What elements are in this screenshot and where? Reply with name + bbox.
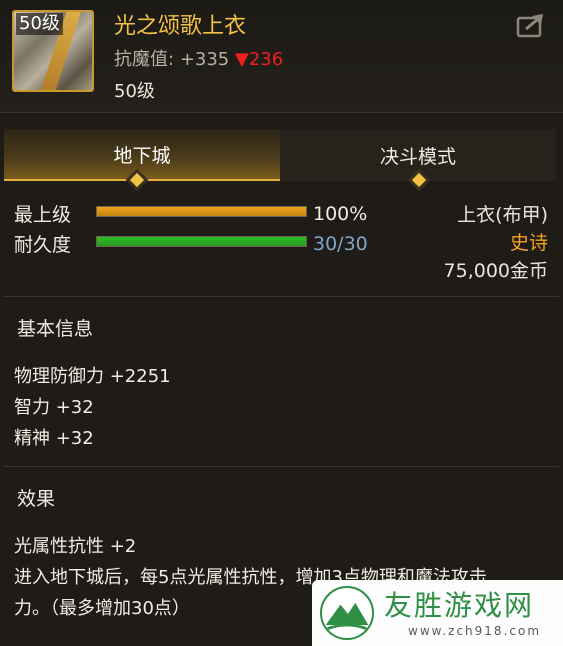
resist-label: 抗魔值: bbox=[114, 49, 175, 70]
watermark: 友胜游戏网 www.zch918.com bbox=[312, 580, 563, 646]
basic-line: 物理防御力 +2251 bbox=[14, 366, 171, 387]
item-header: 50级 光之颂歌上衣 抗魔值: +335 ▼236 50级 bbox=[0, 0, 563, 113]
item-rarity: 史诗 bbox=[509, 232, 548, 254]
item-icon-level: 50级 bbox=[16, 13, 63, 35]
item-level: 50级 bbox=[114, 81, 155, 102]
durability-bar bbox=[96, 236, 307, 247]
share-icon[interactable] bbox=[516, 12, 548, 38]
resist-value: +335 bbox=[179, 49, 230, 70]
mode-tabs: 地下城 决斗模式 bbox=[0, 129, 563, 181]
resist-stat: 抗魔值: +335 ▼236 bbox=[114, 45, 283, 71]
item-price: 75,000金币 bbox=[443, 260, 548, 282]
divider bbox=[4, 466, 559, 467]
basic-line: 智力 +32 bbox=[14, 397, 94, 418]
grade-bar-fill bbox=[97, 207, 306, 216]
durability-value: 30/30 bbox=[313, 233, 368, 255]
grade-value: 100% bbox=[313, 203, 368, 225]
watermark-text: 友胜游戏网 bbox=[384, 589, 535, 622]
grade-bar bbox=[96, 206, 307, 217]
basic-line: 精神 +32 bbox=[14, 428, 94, 449]
grade-label: 最上级 bbox=[14, 204, 72, 226]
tab-dungeon[interactable]: 地下城 bbox=[4, 129, 280, 181]
mountain-logo-icon bbox=[320, 586, 374, 640]
effect-title: 效果 bbox=[17, 488, 56, 510]
durability-bar-fill bbox=[97, 237, 306, 246]
durability-label: 耐久度 bbox=[14, 234, 72, 256]
item-name: 光之颂歌上衣 bbox=[114, 14, 247, 39]
divider bbox=[4, 296, 559, 297]
resist-change: ▼236 bbox=[235, 49, 284, 70]
item-slot: 上衣(布甲) bbox=[457, 204, 548, 226]
watermark-url: www.zch918.com bbox=[408, 624, 542, 638]
basic-info-title: 基本信息 bbox=[17, 318, 94, 340]
effect-line: 力。（最多增加30点） bbox=[14, 598, 190, 619]
effect-line: 光属性抗性 +2 bbox=[14, 536, 137, 557]
item-icon[interactable]: 50级 bbox=[12, 10, 94, 92]
